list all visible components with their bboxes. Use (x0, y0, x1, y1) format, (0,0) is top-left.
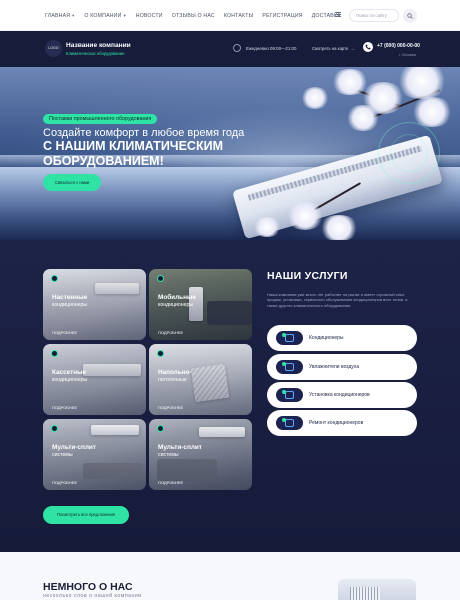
about-section: НЕМНОГО О НАС несколько слов о нашей ком… (0, 552, 460, 600)
working-hours: Ежедневно 09:00—21:00 (246, 46, 297, 51)
multisplit-icon (51, 425, 58, 432)
blossom-cluster (300, 87, 330, 109)
card-title: Мульти-сплит (52, 444, 96, 451)
nav-item-contacts[interactable]: КОНТАКТЫ (224, 13, 254, 19)
installation-icon (276, 388, 303, 402)
blossom-cluster (410, 97, 454, 127)
blossom-cluster (252, 217, 282, 237)
card-subtitle: системы (158, 452, 179, 458)
view-all-offers-button[interactable]: Посмотреть все предложения (43, 506, 129, 524)
service-card-mobile[interactable]: Мобильные кондиционеры ПОДРОБНЕЕ (149, 269, 252, 340)
air-conditioner-icon (276, 331, 303, 345)
card-subtitle: кондиционеры (52, 377, 88, 383)
blossom-cluster (318, 215, 360, 240)
card-title: Настенные (52, 294, 88, 301)
blossom-cluster (345, 105, 381, 131)
ceiling-ac-icon (157, 350, 164, 357)
humidifier-icon (276, 360, 303, 374)
card-subtitle: потолочные (158, 377, 187, 383)
company-logo[interactable]: LOGO (45, 40, 62, 57)
service-link-conditioners[interactable]: Кондиционеры (267, 325, 417, 351)
map-link[interactable]: Смотреть на карте → (312, 46, 355, 51)
hero-heading-line3: ОБОРУДОВАНИЕМ! (43, 154, 164, 168)
hero-banner: Поставки промышленного оборудования Созд… (0, 67, 460, 240)
card-more-link[interactable]: ПОДРОБНЕЕ (158, 405, 183, 410)
service-link-repair[interactable]: Ремонт кондиционеров (267, 410, 417, 436)
card-more-link[interactable]: ПОДРОБНЕЕ (52, 480, 77, 485)
clock-icon (233, 44, 241, 52)
nav-item-home[interactable]: ГЛАВНАЯ▼ (45, 13, 75, 19)
card-title: Напольно- (158, 369, 192, 376)
card-more-link[interactable]: ПОДРОБНЕЕ (158, 480, 183, 485)
nav-item-about[interactable]: О КОМПАНИИ▼ (84, 13, 126, 19)
about-subtitle: несколько слов о нашей компании (43, 593, 142, 599)
phone-number[interactable]: +7 (000) 000-00-00 (377, 43, 420, 49)
card-title: Мульти-сплит (158, 444, 202, 451)
card-more-link[interactable]: ПОДРОБНЕЕ (52, 330, 77, 335)
chevron-down-icon: ▼ (122, 12, 127, 18)
search-icon (407, 13, 413, 19)
site-header: LOGO Название компании Климатическое обо… (0, 31, 460, 67)
service-link-installation[interactable]: Установка кондиционеров (267, 382, 417, 408)
service-card-multisplit-2[interactable]: Мульти-сплит системы ПОДРОБНЕЕ (149, 419, 252, 490)
menu-icon[interactable] (335, 12, 341, 17)
hero-ring-inner (390, 134, 428, 172)
service-link-humidifiers[interactable]: Увлажнители воздуха (267, 354, 417, 380)
service-card-wall[interactable]: Настенные кондиционеры ПОДРОБНЕЕ (43, 269, 146, 340)
service-card-multisplit-1[interactable]: Мульти-сплит системы ПОДРОБНЕЕ (43, 419, 146, 490)
multisplit-icon (157, 425, 164, 432)
nav-item-reviews[interactable]: ОТЗЫВЫ О НАС (172, 13, 215, 19)
card-subtitle: системы (52, 452, 73, 458)
card-title: Мобильные (158, 294, 196, 301)
search-input[interactable]: Поиск по сайту (349, 9, 399, 22)
card-more-link[interactable]: ПОДРОБНЕЕ (158, 330, 183, 335)
wall-ac-icon (51, 275, 58, 282)
services-title: НАШИ УСЛУГИ (267, 270, 348, 282)
cassette-ac-icon (51, 350, 58, 357)
nav-item-registration[interactable]: РЕГИСТРАЦИЯ (262, 13, 302, 19)
hero-badge: Поставки промышленного оборудования (43, 114, 158, 124)
card-subtitle: кондиционеры (158, 302, 194, 308)
service-card-floor-ceiling[interactable]: Напольно- потолочные ПОДРОБНЕЕ (149, 344, 252, 415)
nav-item-news[interactable]: НОВОСТИ (136, 13, 163, 19)
phone-icon (363, 42, 373, 52)
card-subtitle: кондиционеры (52, 302, 88, 308)
service-card-cassette[interactable]: Кассетные кондиционеры ПОДРОБНЕЕ (43, 344, 146, 415)
top-navigation: ГЛАВНАЯ▼ О КОМПАНИИ▼ НОВОСТИ ОТЗЫВЫ О НА… (0, 0, 460, 31)
services-description: Наша компания уже много лет работает на … (267, 292, 408, 308)
contact-us-button[interactable]: Связаться с нами (43, 174, 101, 191)
hero-heading-line2: С НАШИМ КЛИМАТИЧЕСКИМ (43, 139, 223, 153)
card-more-link[interactable]: ПОДРОБНЕЕ (52, 405, 77, 410)
company-name: Название компании (66, 42, 131, 49)
city-label: г. Москва (399, 52, 416, 57)
repair-icon (276, 416, 303, 430)
hero-heading-line1: Создайте комфорт в любое время года (43, 127, 245, 139)
search-button[interactable] (403, 9, 417, 23)
mobile-ac-icon (157, 275, 164, 282)
chevron-down-icon: ▼ (71, 12, 76, 18)
about-title: НЕМНОГО О НАС (43, 581, 133, 593)
about-image (338, 579, 416, 600)
company-tagline: Климатическое оборудование (66, 51, 125, 56)
card-title: Кассетные (52, 369, 87, 376)
arrow-right-icon: → (350, 46, 355, 51)
main-menu: ГЛАВНАЯ▼ О КОМПАНИИ▼ НОВОСТИ ОТЗЫВЫ О НА… (45, 0, 341, 31)
